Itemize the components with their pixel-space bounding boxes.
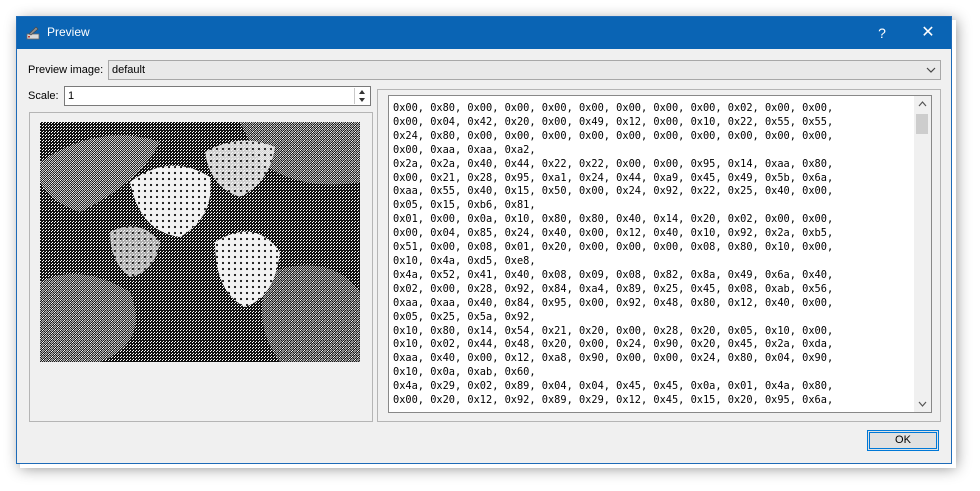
code-output-panel: 0x00, 0x80, 0x00, 0x00, 0x00, 0x00, 0x00… (377, 89, 941, 422)
image-preview-panel (29, 112, 373, 422)
ok-button[interactable]: OK (867, 430, 939, 451)
hex-output-text: 0x00, 0x80, 0x00, 0x00, 0x00, 0x00, 0x00… (393, 102, 834, 407)
help-button[interactable]: ? (859, 17, 905, 49)
window-title: Preview (47, 25, 90, 39)
scroll-up-icon[interactable] (914, 96, 931, 112)
app-icon (26, 26, 40, 40)
spin-up-icon[interactable] (355, 88, 369, 96)
preview-dialog: Preview ? ✕ Preview image: default Scale… (16, 16, 952, 464)
spin-buttons (354, 88, 369, 104)
preview-image-label: Preview image: (28, 64, 104, 76)
chevron-down-icon (926, 67, 936, 73)
scroll-down-icon[interactable] (914, 396, 931, 412)
close-button[interactable]: ✕ (905, 17, 951, 49)
scale-label: Scale: (28, 90, 59, 102)
vertical-scrollbar[interactable] (914, 96, 931, 412)
hex-output-textarea[interactable]: 0x00, 0x80, 0x00, 0x00, 0x00, 0x00, 0x00… (388, 95, 932, 413)
scrollbar-thumb[interactable] (916, 114, 928, 134)
dithered-preview-image (40, 122, 360, 362)
scale-spinbox[interactable]: 1 (64, 86, 371, 106)
scale-value: 1 (68, 90, 75, 102)
spin-down-icon[interactable] (355, 96, 369, 104)
preview-image-select[interactable]: default (108, 60, 941, 80)
preview-image-value: default (112, 64, 146, 76)
title-bar[interactable]: Preview ? ✕ (17, 17, 951, 49)
